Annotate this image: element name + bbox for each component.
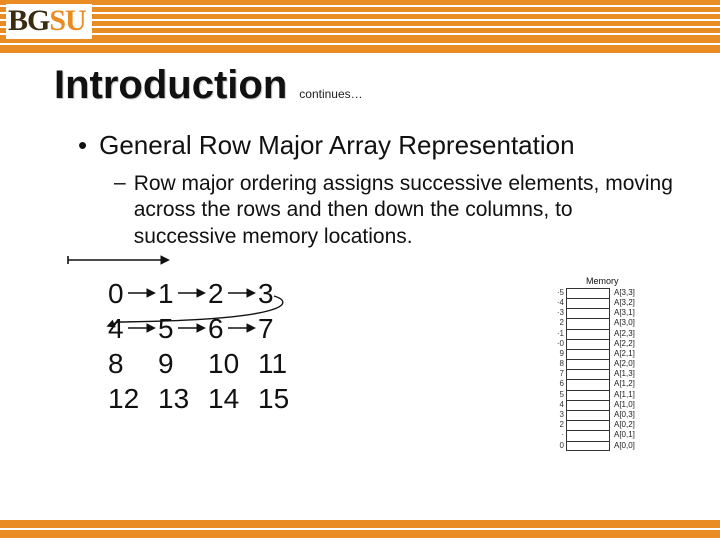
memory-index: 3	[548, 410, 566, 420]
memory-index: 4	[548, 400, 566, 410]
memory-label: A[0,0]	[610, 441, 635, 451]
memory-label: A[3,2]	[610, 298, 635, 308]
continues-label: continues…	[299, 87, 362, 101]
memory-label: A[1,2]	[610, 379, 635, 389]
memory-cell	[566, 318, 610, 328]
memory-cell	[566, 441, 610, 451]
memory-row: ·3 A[3,1]	[548, 308, 666, 318]
memory-label: A[1,3]	[610, 369, 635, 379]
footer-stripes	[0, 520, 720, 540]
logo: BGSU	[6, 4, 96, 38]
memory-label: A[1,1]	[610, 390, 635, 400]
sub-bullet-row: – Row major ordering assigns successive …	[78, 161, 674, 250]
matrix-cell: 8	[108, 346, 158, 381]
memory-cell	[566, 298, 610, 308]
logo-part1: BG	[8, 4, 49, 37]
memory-index: ·1	[548, 329, 566, 339]
memory-label: A[1,0]	[610, 400, 635, 410]
memory-index: ·5	[548, 288, 566, 298]
memory-row: · A[0,1]	[548, 430, 666, 440]
memory-row: 0 A[0,0]	[548, 441, 666, 451]
memory-label: A[3,0]	[610, 318, 635, 328]
memory-index: 6	[548, 379, 566, 389]
memory-cell	[566, 359, 610, 369]
memory-cell	[566, 420, 610, 430]
memory-cell	[566, 308, 610, 318]
memory-row: 2 A[0,2]	[548, 420, 666, 430]
memory-row: ·4 A[3,2]	[548, 298, 666, 308]
header-band: BGSU	[0, 0, 720, 53]
matrix-cell: 13	[158, 381, 208, 416]
memory-index: ·4	[548, 298, 566, 308]
memory-cell	[566, 288, 610, 298]
memory-diagram: Memory ·5A[3,3]·4A[3,2]·3A[3,1]2A[3,0]·1…	[548, 276, 666, 451]
page-title: Introduction	[54, 63, 287, 108]
memory-row: 9 A[2,1]	[548, 349, 666, 359]
memory-index: 2	[548, 420, 566, 430]
memory-row: ·0 A[2,2]	[548, 339, 666, 349]
memory-cell	[566, 329, 610, 339]
bullet-text: General Row Major Array Representation	[99, 130, 574, 161]
matrix-cell: 4	[108, 311, 158, 346]
memory-title: Memory	[548, 276, 666, 286]
memory-cell	[566, 410, 610, 420]
top-stripes	[0, 0, 720, 53]
memory-label: A[3,1]	[610, 308, 635, 318]
memory-index: ·3	[548, 308, 566, 318]
memory-row: 8 A[2,0]	[548, 359, 666, 369]
title-row: Introduction continues…	[0, 55, 720, 108]
memory-index: 5	[548, 390, 566, 400]
memory-label: A[3,3]	[610, 288, 635, 298]
matrix-grid: 0 1 2 3 4 5 6 7 8 9 10 11 12 13 14 15	[108, 276, 308, 416]
memory-index: 2	[548, 318, 566, 328]
memory-cell	[566, 430, 610, 440]
memory-cell	[566, 379, 610, 389]
memory-index: ·	[548, 430, 566, 440]
memory-row: ·5 A[3,3]	[548, 288, 666, 298]
sub-bullet-text: Row major ordering assigns successive el…	[134, 171, 674, 250]
matrix-cell: 9	[158, 346, 208, 381]
matrix-cell: 5	[158, 311, 208, 346]
memory-index: 0	[548, 441, 566, 451]
memory-label: A[0,1]	[610, 430, 635, 440]
memory-index: 8	[548, 359, 566, 369]
memory-cell	[566, 400, 610, 410]
matrix-cell: 14	[208, 381, 258, 416]
memory-row: ·1 A[2,3]	[548, 329, 666, 339]
memory-label: A[2,0]	[610, 359, 635, 369]
matrix-cell: 2	[208, 276, 258, 311]
sub-bullet-marker: –	[114, 171, 126, 250]
memory-cell	[566, 369, 610, 379]
matrix-cell: 1	[158, 276, 208, 311]
memory-label: A[2,3]	[610, 329, 635, 339]
memory-cell	[566, 390, 610, 400]
memory-row: 5 A[1,1]	[548, 390, 666, 400]
bullet-row: • General Row Major Array Representation	[78, 130, 674, 161]
content: • General Row Major Array Representation…	[0, 108, 720, 451]
matrix-cell: 12	[108, 381, 158, 416]
matrix-cell: 7	[258, 311, 308, 346]
matrix-cell: 10	[208, 346, 258, 381]
memory-label: A[2,2]	[610, 339, 635, 349]
memory-index: 9	[548, 349, 566, 359]
memory-row: 6 A[1,2]	[548, 379, 666, 389]
matrix-cell: 15	[258, 381, 308, 416]
memory-row: 7 A[1,3]	[548, 369, 666, 379]
memory-label: A[0,3]	[610, 410, 635, 420]
memory-cell	[566, 339, 610, 349]
matrix-cell: 11	[258, 346, 308, 381]
memory-index: 7	[548, 369, 566, 379]
logo-part2: SU	[49, 4, 85, 37]
matrix-cell: 6	[208, 311, 258, 346]
matrix-cell: 3	[258, 276, 308, 311]
memory-cell	[566, 349, 610, 359]
memory-row: 3 A[0,3]	[548, 410, 666, 420]
bullet-marker: •	[78, 130, 87, 160]
memory-label: A[0,2]	[610, 420, 635, 430]
memory-row: 4 A[1,0]	[548, 400, 666, 410]
memory-label: A[2,1]	[610, 349, 635, 359]
matrix-cell: 0	[108, 276, 158, 311]
memory-index: ·0	[548, 339, 566, 349]
memory-row: 2 A[3,0]	[548, 318, 666, 328]
